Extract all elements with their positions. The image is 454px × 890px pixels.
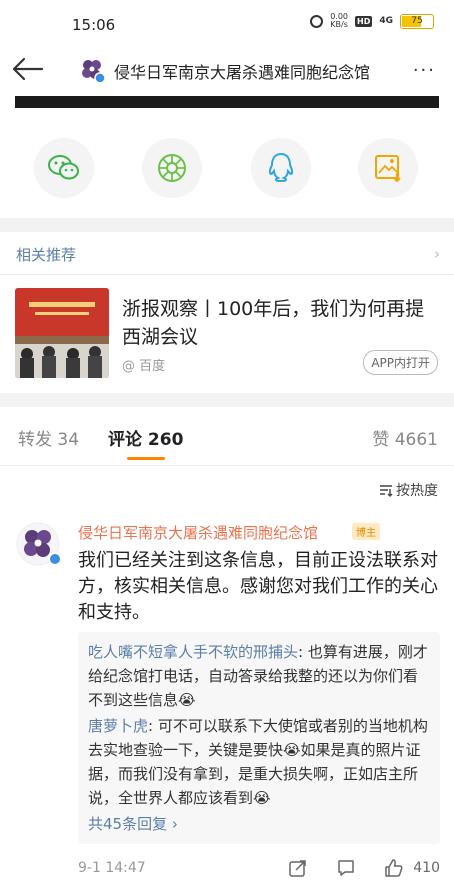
tab-likes-label: 赞 xyxy=(372,430,390,450)
reply-item: 唐萝卜虎: 可不可以联系下大使馆或者别的当地机构去实地查验一下，关键是要快😭如果… xyxy=(88,714,430,810)
tab-repost-label: 转发 xyxy=(18,430,52,450)
qq-icon xyxy=(268,152,294,182)
share-icon[interactable] xyxy=(288,858,308,878)
page-title: 侵华日军南京大屠杀遇难同胞纪念馆 xyxy=(114,63,371,82)
section-divider xyxy=(0,393,454,407)
like-icon[interactable] xyxy=(384,858,404,878)
tab-comments-label: 评论 xyxy=(108,430,142,450)
status-time: 15:06 xyxy=(72,16,116,34)
interaction-tabs: 转发 34 评论 260 赞 4661 xyxy=(0,410,454,466)
hd-icon: HD xyxy=(355,15,373,27)
comment-text: 我们已经关注到这条信息，目前正设法联系对方，核实相关信息。感谢您对我们工作的关心… xyxy=(78,550,438,623)
source-name: 百度 xyxy=(139,359,166,374)
comment-time: 9-1 14:47 xyxy=(78,860,146,876)
reply-item: 吃人嘴不短拿人手不软的邢捕头: 也算有进展，刚才给纪念馆打电话，自动答录给我整的… xyxy=(88,640,430,712)
network-speed: 0.00 KB/s xyxy=(330,13,348,29)
status-icons: 0.00 KB/s HD 4G 75 xyxy=(310,13,434,29)
battery-level: 75 xyxy=(411,15,423,26)
account-logo-icon xyxy=(79,57,106,84)
article-source: @ 百度 xyxy=(122,355,165,374)
comment-meta: 9-1 14:47 410 xyxy=(0,852,454,886)
wechat-share-button[interactable] xyxy=(34,138,94,198)
reply-author[interactable]: 唐萝卜虎 xyxy=(88,717,148,735)
tab-likes[interactable]: 赞 4661 xyxy=(372,425,438,450)
reply-list[interactable]: 吃人嘴不短拿人手不软的邢捕头: 也算有进展，刚才给纪念馆打电话，自动答录给我整的… xyxy=(78,632,440,844)
reply-separator: : xyxy=(148,717,158,735)
moments-share-button[interactable] xyxy=(142,138,202,198)
network-speed-unit: KB/s xyxy=(330,20,348,29)
reply-separator: : xyxy=(298,643,308,661)
tab-likes-count: 4661 xyxy=(394,430,438,450)
save-image-button[interactable] xyxy=(358,138,418,198)
status-bar: 15:06 0.00 KB/s HD 4G 75 xyxy=(0,0,454,40)
tab-comments[interactable]: 评论 260 xyxy=(108,425,183,450)
open-in-app-button[interactable]: APP内打开 xyxy=(363,350,438,375)
related-article-card[interactable]: 浙报观察丨100年后，我们为何再提西湖会议 @ 百度 APP内打开 xyxy=(0,275,454,385)
comment-icon[interactable] xyxy=(336,858,356,878)
active-tab-indicator xyxy=(127,457,165,460)
tab-repost-count: 34 xyxy=(57,430,80,450)
related-header[interactable]: 相关推荐 › xyxy=(0,232,454,274)
verified-badge-icon xyxy=(48,552,62,566)
sort-icon xyxy=(380,485,393,497)
save-image-icon xyxy=(375,155,401,183)
related-title: 相关推荐 xyxy=(16,246,77,264)
reply-author[interactable]: 吃人嘴不短拿人手不软的邢捕头 xyxy=(88,643,298,661)
battery-icon: 75 xyxy=(400,13,434,29)
tab-repost[interactable]: 转发 34 xyxy=(18,425,79,450)
sort-by-popularity-button[interactable]: 按热度 xyxy=(379,480,438,500)
moments-icon xyxy=(158,154,186,182)
share-row xyxy=(0,128,454,208)
qq-share-button[interactable] xyxy=(251,138,311,198)
section-divider xyxy=(0,218,454,232)
comment-like-count: 410 xyxy=(413,860,440,876)
comment-author[interactable]: 侵华日军南京大屠杀遇难同胞纪念馆 xyxy=(78,522,318,543)
signal-icon: 4G xyxy=(379,16,393,26)
tab-comments-count: 260 xyxy=(147,430,184,450)
source-prefix: @ xyxy=(122,359,135,374)
top-nav: 侵华日军南京大屠杀遇难同胞纪念馆 ··· xyxy=(0,42,454,96)
chevron-right-icon: › xyxy=(434,245,440,263)
post-image-bottom-edge xyxy=(15,96,439,108)
back-arrow-icon[interactable] xyxy=(10,57,44,81)
alarm-icon xyxy=(310,14,324,28)
article-title: 浙报观察丨100年后，我们为何再提西湖会议 xyxy=(122,298,425,348)
sort-label: 按热度 xyxy=(396,483,438,499)
more-options-icon[interactable]: ··· xyxy=(413,60,436,81)
more-replies-link[interactable]: 共45条回复 › xyxy=(88,812,430,836)
wechat-icon xyxy=(48,155,79,180)
blogger-badge: 博主 xyxy=(352,523,380,540)
article-thumbnail xyxy=(15,288,109,378)
